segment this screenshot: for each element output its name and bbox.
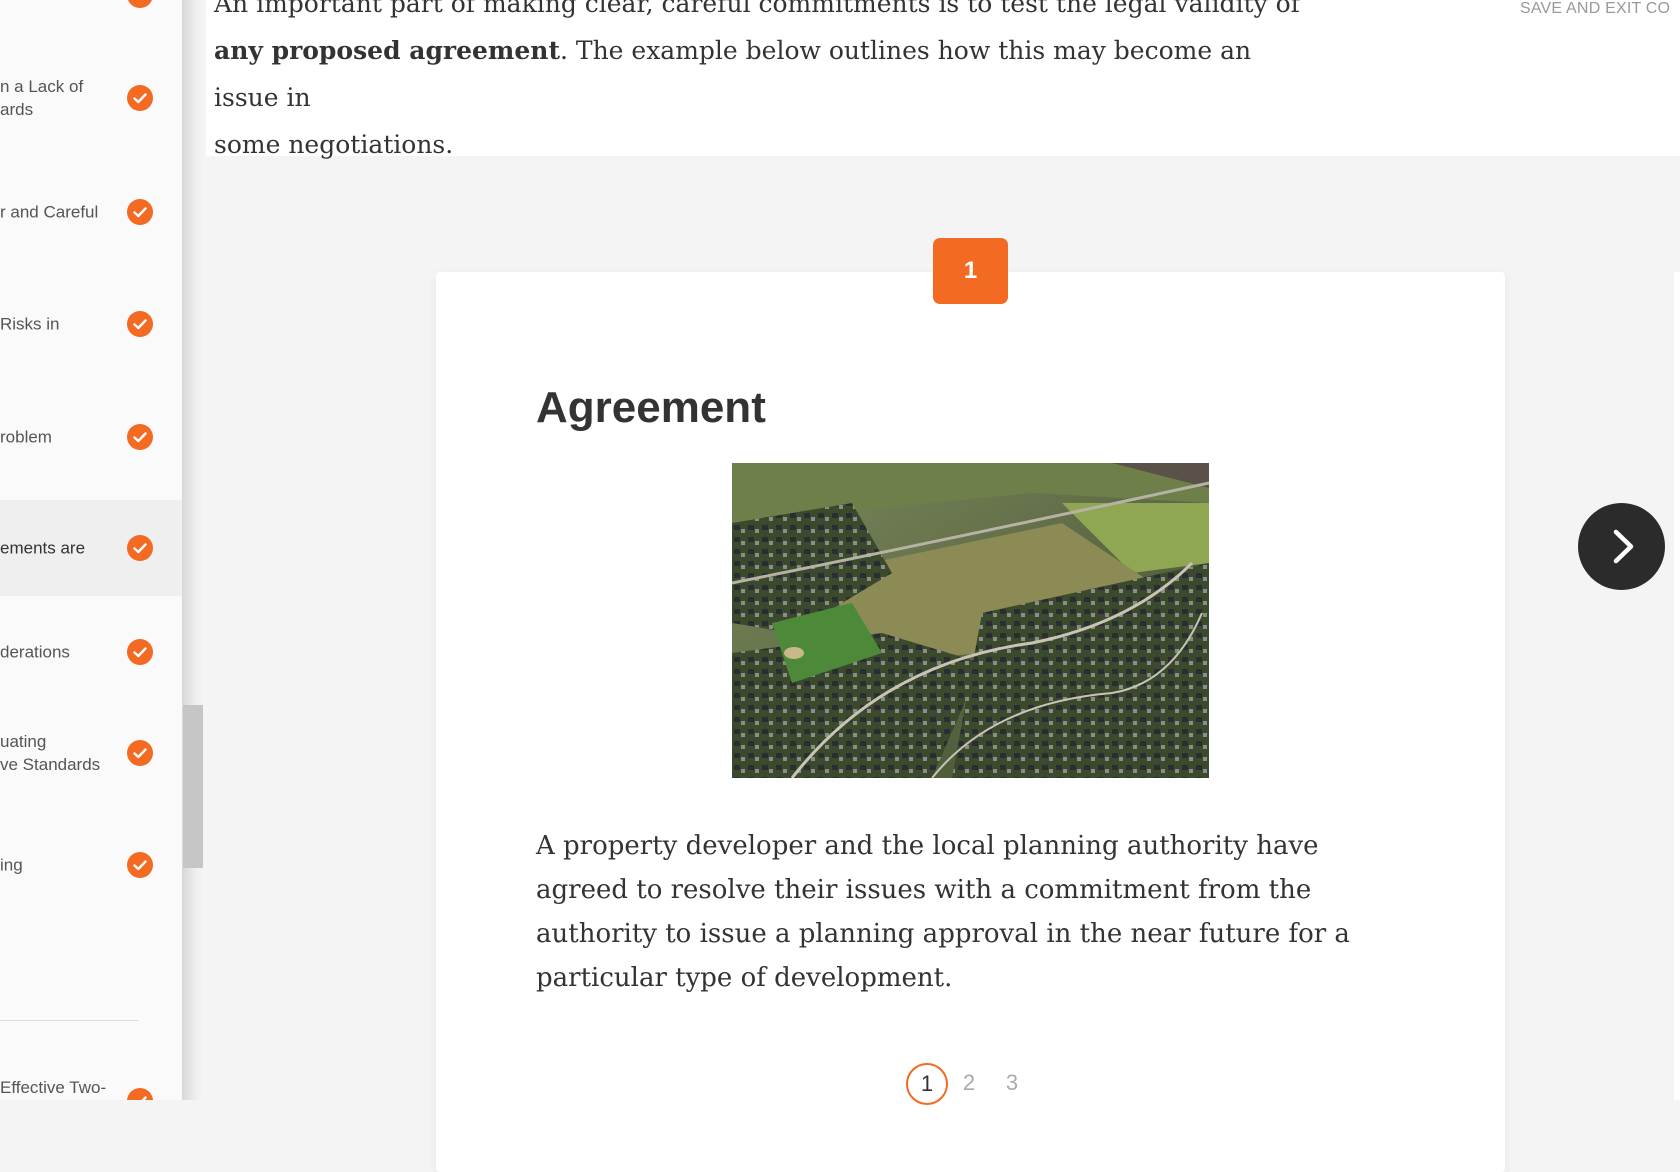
sidebar-item-label: roblem <box>0 427 52 447</box>
page-1-button[interactable]: 1 <box>906 1063 948 1105</box>
check-icon <box>127 1088 153 1100</box>
check-icon <box>127 852 153 878</box>
sidebar-item-label: ements are <box>0 538 86 558</box>
sidebar-scroll-track <box>182 0 206 1100</box>
sidebar-item-lesson-8[interactable]: ing <box>0 817 182 913</box>
sidebar-item-lesson-3[interactable]: Risks in <box>0 276 182 372</box>
save-and-exit-link[interactable]: SAVE AND EXIT CO <box>1520 0 1680 20</box>
page-3-button[interactable]: 3 <box>992 1063 1032 1103</box>
sidebar-item-lesson-9[interactable]: Effective Two- <box>0 1040 182 1100</box>
sidebar-item-label: derations <box>0 642 70 662</box>
card-title: Agreement <box>536 383 766 432</box>
check-icon <box>127 639 153 665</box>
next-card-edge <box>1674 272 1680 1100</box>
sidebar-item-lesson-7[interactable]: uating ve Standards <box>0 705 182 801</box>
check-icon <box>127 424 153 450</box>
page-2-button[interactable]: 2 <box>949 1063 989 1103</box>
development-aerial-image <box>732 463 1209 778</box>
intro-paragraph: An important part of making clear, caref… <box>214 0 1314 168</box>
check-icon <box>127 199 153 225</box>
sidebar-item-label: Effective Two- <box>0 1078 107 1097</box>
sidebar-item-lesson-6[interactable]: derations <box>0 604 182 700</box>
sidebar-item-lesson-4[interactable]: roblem <box>0 389 182 485</box>
check-icon <box>127 0 153 8</box>
sidebar-item-label: n a Lack of ards <box>0 77 84 119</box>
sidebar-item-lesson-2[interactable]: r and Careful <box>0 164 182 260</box>
sidebar-item-lesson-1[interactable]: n a Lack of ards <box>0 50 182 146</box>
intro-line-3: some negotiations. <box>214 130 454 159</box>
sidebar-scrollbar[interactable] <box>183 705 203 868</box>
sidebar-item-label: Risks in <box>0 314 60 334</box>
sidebar-item-label: r and Careful <box>0 202 99 222</box>
next-step-button[interactable] <box>1578 503 1665 590</box>
step-number-badge: 1 <box>933 238 1008 304</box>
sidebar-item-label: uating ve Standards <box>0 732 101 774</box>
intro-bold-text: any proposed agreement <box>214 36 560 65</box>
check-icon <box>127 535 153 561</box>
chevron-right-icon <box>1613 529 1634 564</box>
check-icon <box>127 311 153 337</box>
sidebar-divider <box>0 1020 138 1021</box>
intro-line-1: An important part of making clear, caref… <box>214 0 1300 18</box>
check-icon <box>127 740 153 766</box>
course-sidebar: n a Lack of ards r and Careful Risks in … <box>0 0 182 1100</box>
sidebar-item-label: ing <box>0 855 23 875</box>
aerial-photo-illustration <box>732 463 1209 778</box>
check-icon <box>127 85 153 111</box>
sidebar-item-lesson-5[interactable]: ements are <box>0 500 182 596</box>
card-body-text: A property developer and the local plann… <box>536 831 1350 993</box>
